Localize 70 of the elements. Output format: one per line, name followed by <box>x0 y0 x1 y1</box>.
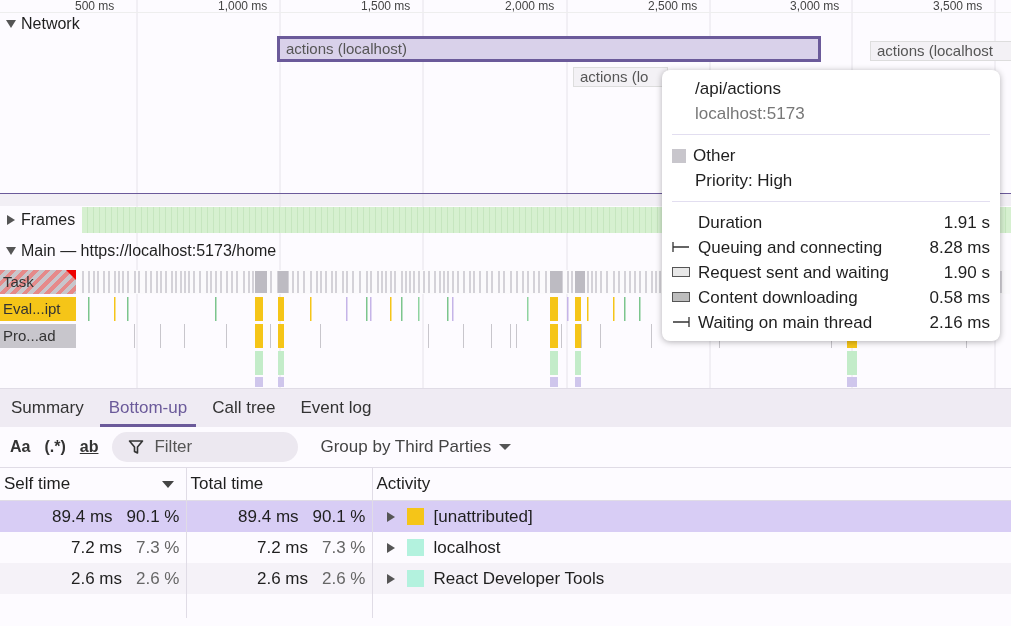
flame-entry[interactable]: Pro...ad <box>0 324 76 348</box>
whole-word-button[interactable]: ab <box>79 438 99 456</box>
expand-arrow-icon[interactable] <box>384 541 397 554</box>
caret-icon <box>499 443 512 451</box>
match-case-button[interactable]: Aa <box>10 438 31 456</box>
flame-entry[interactable]: Eval...ipt <box>0 297 76 321</box>
time-value: 7.2 ms <box>71 537 122 558</box>
panel-tab[interactable]: Call tree <box>203 389 285 427</box>
timing-value: 1.91 s <box>943 212 990 234</box>
percent-value: 90.1 % <box>126 506 180 527</box>
group-by-dropdown[interactable]: Group by Third Parties <box>314 436 518 458</box>
request-bar[interactable]: actions (lo <box>573 67 668 87</box>
request-bar[interactable]: actions (localhost <box>870 41 1011 61</box>
time-tick-label: 3,000 ms <box>790 0 840 12</box>
flame-entry[interactable]: Task <box>0 270 76 294</box>
time-tick-label: 1,500 ms <box>361 0 411 12</box>
activity-name: React Developer Tools <box>433 568 605 589</box>
timing-label: Content downloading <box>697 287 859 309</box>
time-tick-label: 3,500 ms <box>933 0 983 12</box>
expand-arrow-icon[interactable] <box>384 510 397 523</box>
waiting-bar-icon <box>672 266 690 278</box>
priority-label: Priority: High <box>694 170 794 192</box>
time-value: 89.4 ms <box>52 506 113 527</box>
track-title: Frames <box>21 211 76 229</box>
resource-type-swatch <box>672 148 686 163</box>
collapse-arrow-icon[interactable] <box>5 18 17 30</box>
time-tick-label: 500 ms <box>75 0 115 12</box>
timing-label: Duration <box>697 212 764 234</box>
activity-name: localhost <box>433 537 501 558</box>
regex-button[interactable]: (.*) <box>44 438 66 456</box>
collapse-arrow-icon[interactable] <box>5 245 17 257</box>
time-value: 2.6 ms <box>71 568 122 589</box>
percent-value: 2.6 % <box>322 568 366 589</box>
download-bar-icon <box>672 291 690 303</box>
time-value: 7.2 ms <box>257 537 308 558</box>
percent-value: 2.6 % <box>136 568 180 589</box>
timing-value: 1.90 s <box>943 262 990 284</box>
panel-tab[interactable]: Bottom-up <box>99 389 197 427</box>
timing-label: Waiting on main thread <box>697 312 874 334</box>
time-tick-label: 1,000 ms <box>218 0 268 12</box>
time-tick-label: 2,500 ms <box>648 0 698 12</box>
expand-arrow-icon[interactable] <box>384 572 397 585</box>
column-header[interactable]: Self time <box>4 474 71 494</box>
filter-icon <box>128 439 145 455</box>
column-header[interactable]: Activity <box>376 474 431 494</box>
request-url: /api/actions <box>694 78 782 100</box>
timing-label: Request sent and waiting <box>697 262 890 284</box>
percent-value: 7.3 % <box>136 537 180 558</box>
column-header[interactable]: Total time <box>190 474 264 494</box>
panel-tab[interactable]: Event log <box>291 389 381 427</box>
request-bar[interactable]: actions (localhost) <box>277 36 821 62</box>
queuing-icon <box>672 241 690 253</box>
main-thread-icon <box>672 316 690 328</box>
track-title: Main — https://localhost:5173/home <box>21 242 277 260</box>
filter-field[interactable]: Filter <box>112 432 299 462</box>
timing-value: 0.58 ms <box>929 287 990 309</box>
request-host: localhost:5173 <box>694 103 806 125</box>
activity-name: [unattributed] <box>433 506 533 527</box>
timing-value: 2.16 ms <box>929 312 990 334</box>
track-title: Network <box>21 15 80 33</box>
timing-value: 8.28 ms <box>929 237 990 259</box>
time-value: 2.6 ms <box>257 568 308 589</box>
resource-type: Other <box>693 145 736 167</box>
expand-arrow-icon[interactable] <box>5 214 17 226</box>
panel-tab[interactable]: Summary <box>2 389 93 427</box>
time-value: 89.4 ms <box>238 506 299 527</box>
time-tick-label: 2,000 ms <box>505 0 555 12</box>
percent-value: 90.1 % <box>312 506 366 527</box>
percent-value: 7.3 % <box>322 537 366 558</box>
timing-label: Queuing and connecting <box>697 237 884 259</box>
